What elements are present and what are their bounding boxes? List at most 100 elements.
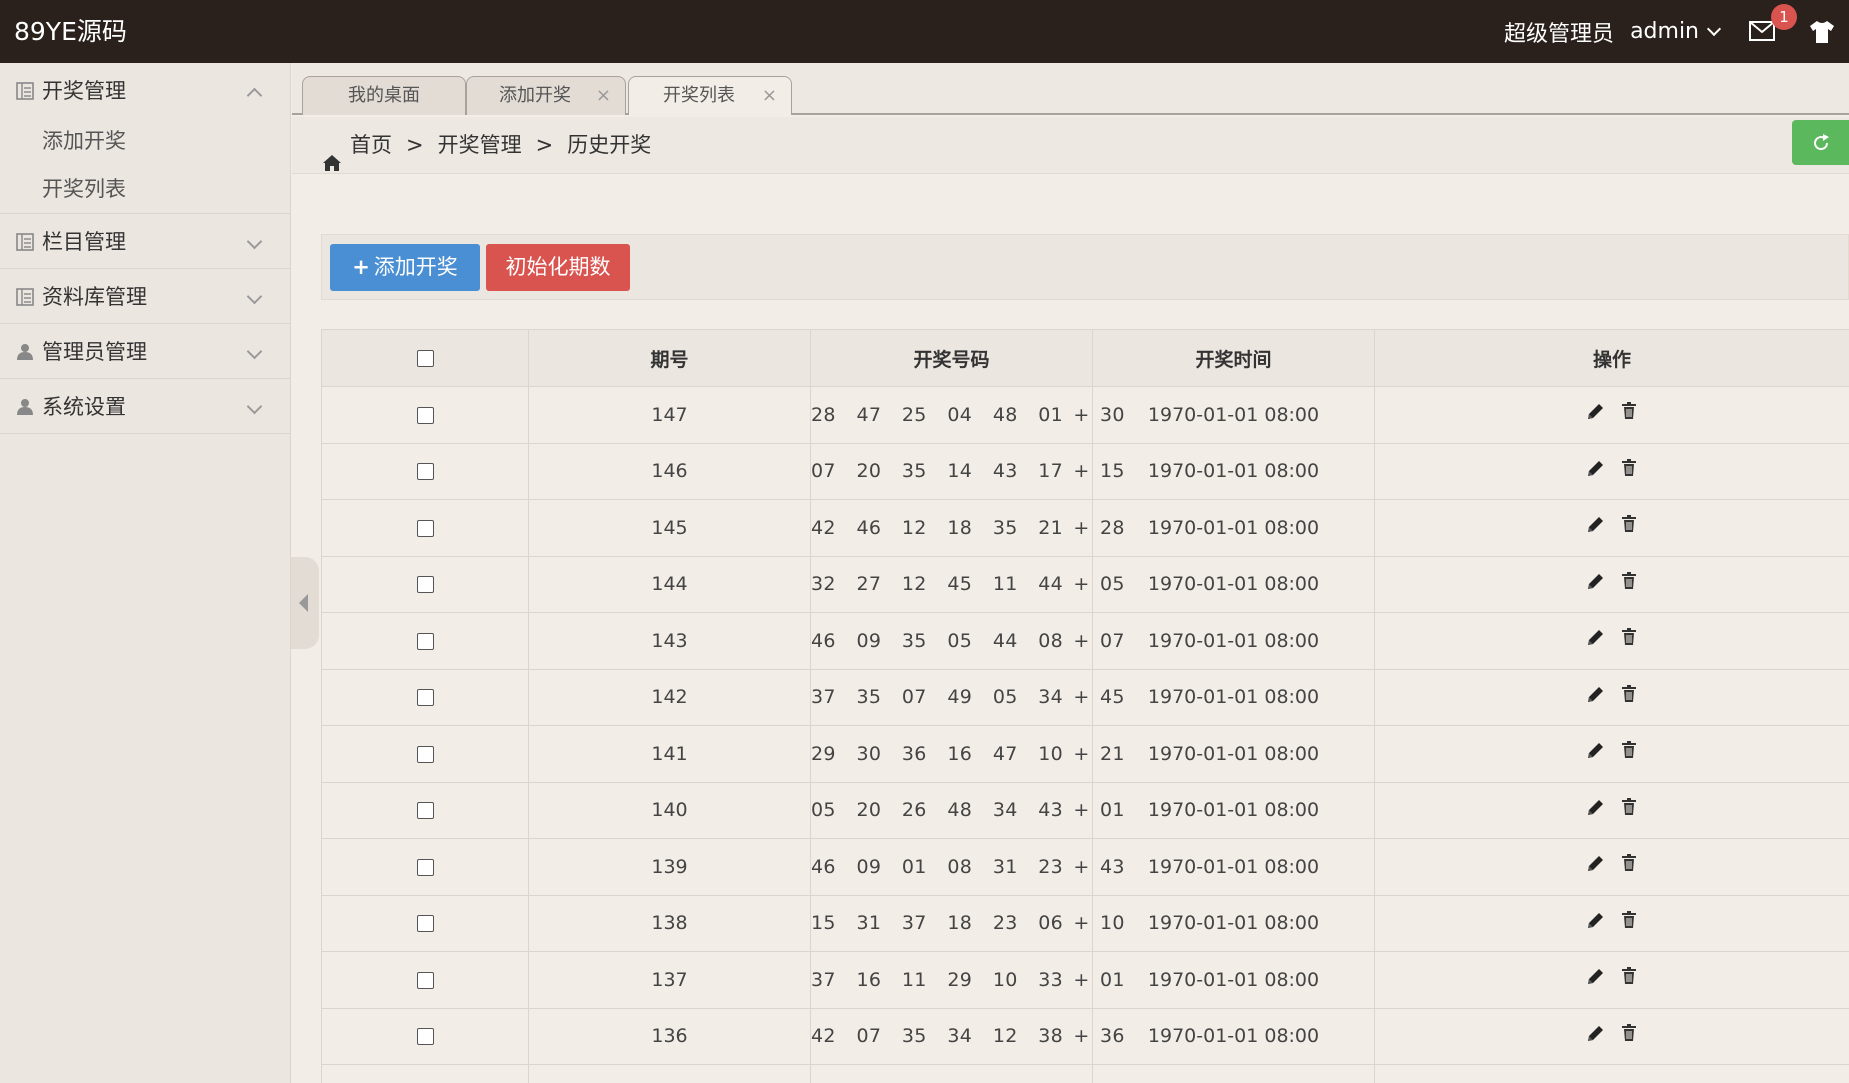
row-checkbox[interactable] (416, 632, 434, 650)
tab-label: 添加开奖 (499, 85, 571, 106)
mail-icon[interactable]: 1 (1749, 3, 1797, 43)
trash-icon[interactable] (1619, 910, 1639, 931)
row-checkbox[interactable] (416, 689, 434, 707)
sidebar-subitem-add-draw[interactable]: 添加开奖 (0, 117, 290, 165)
close-icon[interactable]: × (596, 77, 611, 115)
row-checkbox[interactable] (416, 576, 434, 594)
tab-my-desktop[interactable]: 我的桌面 (302, 76, 466, 115)
trash-icon[interactable] (1619, 797, 1639, 818)
cell-numbers: 42 46 12 18 35 21 + 28 (810, 499, 1124, 557)
cell-actions (1374, 951, 1849, 1009)
row-checkbox[interactable] (416, 915, 434, 933)
chevron-down-icon (246, 288, 263, 305)
user-icon (16, 397, 34, 415)
sidebar-subitem-draw-list[interactable]: 开奖列表 (0, 165, 290, 213)
cell-issue (528, 1064, 811, 1083)
user-menu[interactable]: admin (1630, 19, 1722, 44)
cell-issue: 136 (528, 1007, 811, 1065)
trash-icon[interactable] (1619, 458, 1639, 479)
plus-icon: + (352, 255, 370, 279)
edit-icon[interactable] (1585, 854, 1605, 874)
sidebar-item-admin-management[interactable]: 管理员管理 (0, 324, 290, 378)
edit-icon[interactable] (1585, 515, 1605, 535)
breadcrumb-home[interactable]: 首页 (350, 117, 392, 174)
cell-numbers (810, 1064, 1093, 1083)
sidebar-item-database-management[interactable]: 资料库管理 (0, 269, 290, 323)
row-checkbox[interactable] (416, 858, 434, 876)
trash-icon[interactable] (1619, 571, 1639, 592)
edit-icon[interactable] (1585, 572, 1605, 592)
header-actions: 操作 (1374, 329, 1849, 387)
row-select-cell (321, 725, 529, 783)
row-select-cell (321, 386, 529, 444)
cell-time: 1970-01-01 08:00 (1092, 894, 1375, 952)
row-select-cell (321, 894, 529, 952)
sidebar-group-column-management: 栏目管理 (0, 214, 290, 269)
chevron-down-icon (246, 233, 263, 250)
trash-icon[interactable] (1619, 854, 1639, 874)
row-checkbox[interactable] (416, 745, 434, 763)
table-row: 140 05 20 26 48 34 43 + 01 1970-01-01 08:0… (321, 781, 1849, 839)
add-draw-button[interactable]: + 添加开奖 (330, 244, 480, 291)
edit-icon[interactable] (1585, 798, 1605, 818)
row-checkbox[interactable] (416, 802, 434, 820)
row-select-cell (321, 1064, 529, 1083)
select-all-checkbox[interactable] (416, 350, 434, 367)
cell-issue: 140 (528, 781, 811, 839)
tab-add-draw[interactable]: 添加开奖 × (466, 76, 626, 115)
cell-time: 1970-01-01 08:00 (1092, 1007, 1375, 1065)
trash-icon[interactable] (1619, 628, 1639, 648)
skin-shirt-icon[interactable] (1809, 20, 1835, 44)
sidebar-collapse-handle[interactable] (291, 557, 319, 649)
cell-issue: 142 (528, 668, 811, 726)
sidebar-item-draw-management[interactable]: 开奖管理 (0, 63, 290, 117)
sidebar-item-column-management[interactable]: 栏目管理 (0, 214, 290, 268)
trash-icon[interactable] (1619, 1023, 1639, 1044)
cell-actions (1374, 1064, 1849, 1083)
brand-logo[interactable]: 89YE源码 (14, 0, 127, 63)
sidebar-group-admin-management: 管理员管理 (0, 324, 290, 379)
refresh-icon (1814, 134, 1829, 151)
row-checkbox[interactable] (416, 519, 434, 537)
sidebar-item-label: 开奖管理 (42, 79, 126, 103)
row-checkbox[interactable] (416, 463, 434, 481)
edit-icon[interactable] (1585, 628, 1605, 648)
table-row: 139 46 09 01 08 31 23 + 43 1970-01-01 08:0… (321, 838, 1849, 896)
edit-icon[interactable] (1585, 402, 1605, 422)
action-toolbar: + 添加开奖 初始化期数 (321, 234, 1849, 300)
trash-icon[interactable] (1619, 515, 1639, 535)
header-issue: 期号 (528, 329, 811, 387)
trash-icon[interactable] (1619, 741, 1639, 761)
row-checkbox[interactable] (416, 971, 434, 989)
table-row: 146 07 20 35 14 43 17 + 15 1970-01-01 08:0… (321, 442, 1849, 500)
list-icon (16, 287, 34, 306)
row-checkbox[interactable] (416, 1028, 434, 1046)
breadcrumb-level1[interactable]: 开奖管理 (438, 117, 522, 174)
edit-icon[interactable] (1585, 741, 1605, 761)
cell-time (1092, 1064, 1375, 1083)
submenu-draw-management: 添加开奖 开奖列表 (0, 117, 290, 213)
user-icon (16, 342, 34, 360)
edit-icon[interactable] (1585, 459, 1605, 479)
edit-icon[interactable] (1585, 1024, 1605, 1044)
trash-icon[interactable] (1619, 967, 1639, 987)
add-draw-label: 添加开奖 (373, 255, 458, 279)
chevron-down-icon (246, 398, 263, 415)
sidebar-item-system-settings[interactable]: 系统设置 (0, 379, 290, 433)
cell-issue: 137 (528, 951, 811, 1009)
row-select-cell (321, 1007, 529, 1065)
cell-actions (1374, 894, 1849, 952)
edit-icon[interactable] (1585, 967, 1605, 987)
row-checkbox[interactable] (416, 406, 434, 424)
refresh-button[interactable] (1792, 120, 1849, 165)
init-issue-button[interactable]: 初始化期数 (486, 244, 630, 291)
sidebar-item-label: 管理员管理 (42, 340, 147, 364)
edit-icon[interactable] (1585, 685, 1605, 705)
close-icon[interactable]: × (762, 77, 777, 115)
trash-icon[interactable] (1619, 402, 1639, 422)
trash-icon[interactable] (1619, 684, 1639, 705)
tab-draw-list[interactable]: 开奖列表 × (628, 76, 792, 115)
sidebar-group-database-management: 资料库管理 (0, 269, 290, 324)
table-row: 143 46 09 35 05 44 08 + 07 1970-01-01 08:0… (321, 612, 1849, 670)
edit-icon[interactable] (1585, 911, 1605, 931)
